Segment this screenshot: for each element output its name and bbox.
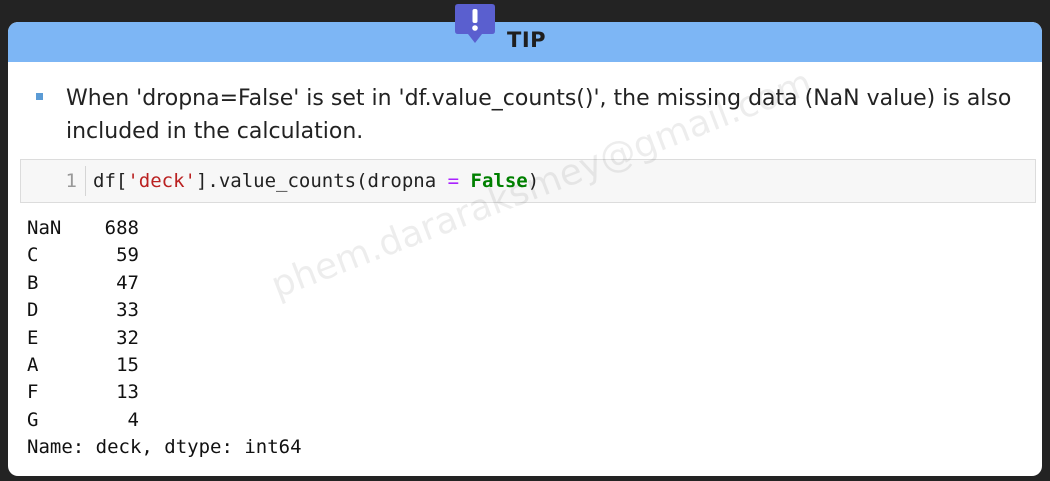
exclamation-badge-icon (455, 4, 495, 43)
tip-bullet-text: When 'dropna=False' is set in 'df.value_… (66, 86, 1012, 144)
output-key: C (27, 244, 39, 267)
output-row: D 33 (27, 297, 302, 324)
code-token: ].value_counts(dropna (195, 170, 448, 192)
output-row: C 59 (27, 242, 302, 269)
output-value: 688 (104, 217, 139, 239)
output-value: 13 (116, 381, 139, 404)
bullet-square-icon (36, 93, 43, 100)
output-key: E (27, 326, 39, 349)
code-line[interactable]: df['deck'].value_counts(dropna = False) (93, 160, 539, 202)
output-key: NaN (27, 217, 62, 239)
output-row: E 32 (27, 325, 302, 352)
tip-title: TIP (507, 28, 547, 52)
output-footer: Name: deck, dtype: int64 (27, 436, 302, 459)
code-token: ) (527, 170, 540, 192)
output-value: 15 (116, 353, 139, 376)
output-row: G4 (27, 407, 302, 434)
code-operator-token: = (447, 170, 460, 192)
output-key: D (27, 299, 39, 322)
output-row: B 47 (27, 270, 302, 297)
tip-header: TIP (8, 22, 1042, 62)
output-key: B (27, 271, 39, 294)
output-row: F 13 (27, 379, 302, 406)
output-key: G (27, 408, 39, 431)
output-key: A (27, 353, 39, 376)
code-token: df[ (93, 170, 128, 192)
code-keyword-token: False (470, 170, 528, 192)
output-row: NaN 688 (27, 215, 302, 242)
tip-card: TIP When 'dropna=False' is set in 'df.va… (8, 22, 1042, 476)
code-string-token: 'deck' (127, 170, 196, 192)
line-number: 1 (65, 170, 77, 192)
output-value: 32 (116, 326, 139, 349)
code-cell[interactable]: 1 df['deck'].value_counts(dropna = False… (20, 159, 1036, 203)
output-value: 59 (116, 244, 139, 267)
output-key: F (27, 381, 39, 404)
output-value: 33 (116, 299, 139, 322)
output-value: 4 (127, 408, 139, 431)
cell-output: NaN 688 C 59 B 47 D 33 E 32 A 15 F 13 G4 Name: … (27, 215, 302, 462)
output-value: 47 (116, 271, 139, 294)
output-row: A 15 (27, 352, 302, 379)
gutter-divider (85, 166, 86, 196)
